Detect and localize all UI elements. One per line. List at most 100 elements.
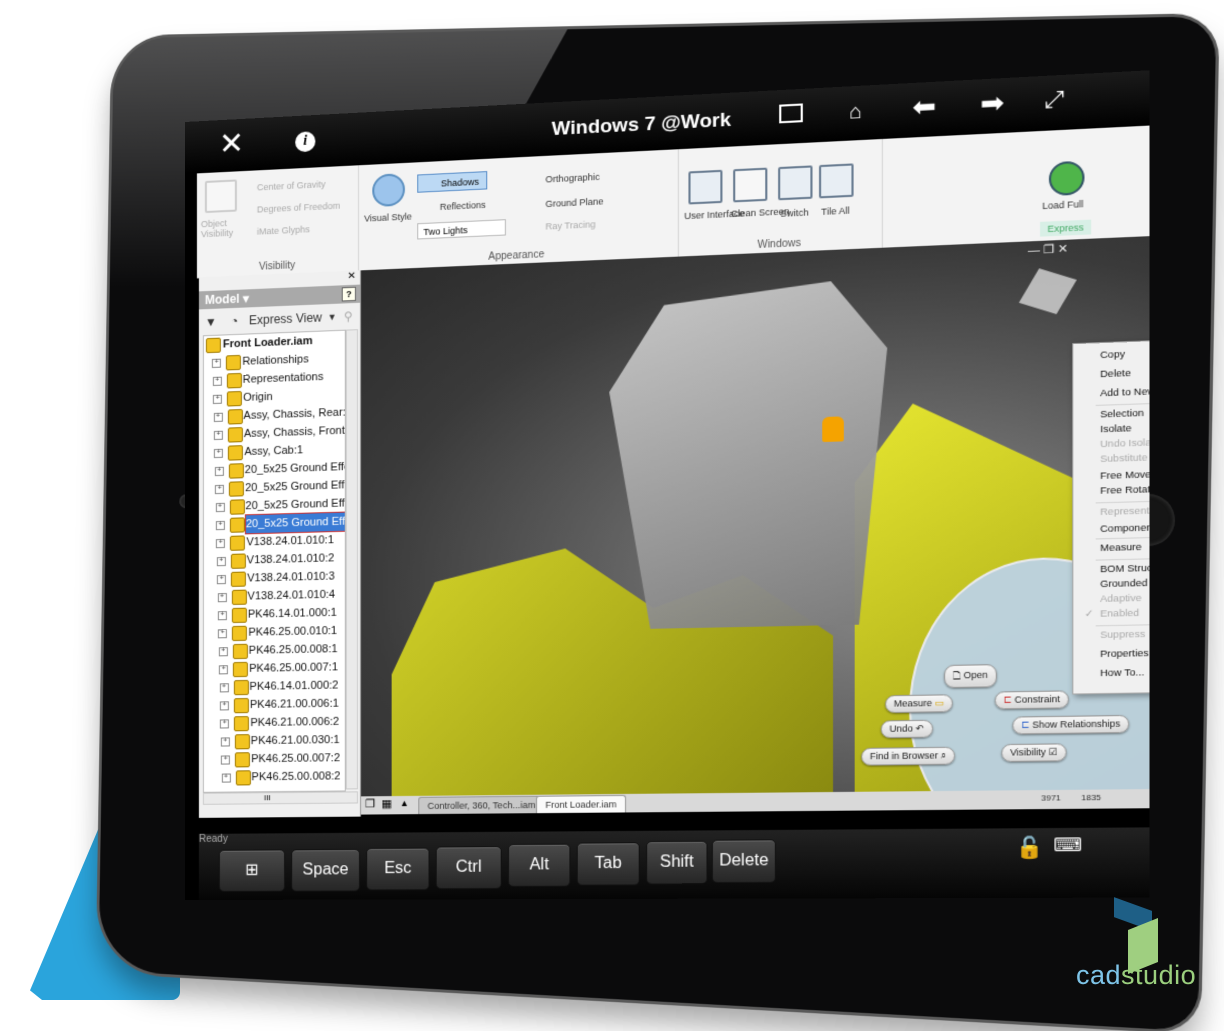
expand-icon[interactable]: +: [215, 502, 225, 513]
chevron-down-icon[interactable]: ▼: [328, 306, 337, 329]
marking-find-in-browser-button[interactable]: Find in Browser ⌕: [861, 746, 956, 766]
lighting-select[interactable]: Two Lights: [417, 219, 506, 240]
close-icon[interactable]: ✕: [219, 127, 244, 161]
marking-measure-button[interactable]: Measure ▭: [885, 694, 953, 714]
tree-item[interactable]: + PK46.21.00.030:1: [204, 731, 345, 751]
context-menu-item[interactable]: Properties...: [1100, 648, 1149, 661]
tile-all-button[interactable]: Tile All: [821, 205, 849, 217]
key-space-button[interactable]: Space: [291, 848, 361, 892]
tree-item[interactable]: + PK46.25.00.007:1: [204, 658, 345, 679]
ray-tracing-button[interactable]: Ray Tracing: [545, 219, 595, 232]
expand-icon[interactable]: +: [213, 412, 223, 423]
expand-icon[interactable]: +: [217, 593, 227, 603]
context-menu-item[interactable]: Component▶: [1100, 522, 1149, 535]
expand-icon[interactable]: +: [217, 575, 227, 585]
restore-icon[interactable]: ❐: [1043, 243, 1054, 256]
tab-front-loader[interactable]: Front Loader.iam: [536, 794, 627, 814]
expand-icon[interactable]: +: [216, 538, 226, 549]
object-visibility-button[interactable]: Object Visibility: [201, 217, 241, 239]
browser-close-icon[interactable]: ✕: [347, 271, 356, 282]
context-menu-item[interactable]: Delete: [1100, 368, 1131, 381]
key-ctrl-button[interactable]: Ctrl: [435, 845, 502, 889]
context-menu-item[interactable]: Add to New Folder: [1100, 385, 1149, 400]
tree-item[interactable]: + PK46.25.00.008:2: [204, 767, 345, 787]
tree-item[interactable]: + PK46.21.00.006:1: [204, 694, 345, 714]
context-menu-item[interactable]: Measure▶: [1100, 542, 1141, 555]
expand-icon[interactable]: +: [220, 719, 230, 729]
close-icon[interactable]: ✕: [1058, 243, 1068, 256]
tree-horizontal-scrollbar[interactable]: III: [202, 791, 359, 805]
viewcube[interactable]: [1018, 268, 1077, 315]
context-menu-item[interactable]: Isolate: [1100, 423, 1131, 436]
expand-icon[interactable]: +: [219, 665, 229, 675]
center-of-gravity-button[interactable]: Center of Gravity: [257, 179, 326, 192]
expand-icon[interactable]: +: [214, 448, 224, 459]
keyboard-icon[interactable]: ⌨: [1053, 834, 1082, 856]
context-menu-item[interactable]: How To...: [1100, 667, 1144, 679]
expand-icon[interactable]: +: [213, 430, 223, 441]
back-icon[interactable]: ⬅: [912, 90, 936, 123]
express-view-select[interactable]: Express View: [249, 306, 322, 331]
expand-icon[interactable]: +: [217, 611, 227, 621]
expand-icon[interactable]: +: [218, 629, 228, 639]
imate-glyphs-button[interactable]: iMate Glyphs: [257, 224, 310, 237]
expand-icon[interactable]: +: [212, 376, 222, 386]
orthographic-button[interactable]: Orthographic: [545, 172, 599, 185]
ground-plane-button[interactable]: Ground Plane: [545, 196, 603, 209]
tab-list-up-icon[interactable]: ▲: [400, 798, 409, 808]
expand-icon[interactable]: +: [219, 683, 229, 693]
tree-item[interactable]: + PK46.25.00.007:2: [204, 749, 345, 769]
marking-show-relationships-button[interactable]: ⊏ Show Relationships: [1012, 714, 1130, 735]
marking-visibility-button[interactable]: Visibility ☑: [1001, 743, 1067, 763]
expand-icon[interactable]: +: [213, 394, 223, 405]
expand-icon[interactable]: +: [221, 773, 231, 783]
context-menu-item[interactable]: Grounded: [1100, 578, 1147, 591]
info-icon[interactable]: i: [295, 131, 316, 153]
expand-icon[interactable]: +: [216, 556, 226, 567]
context-menu-item[interactable]: CopyCtrl+C: [1100, 349, 1125, 362]
key-shift-button[interactable]: Shift: [646, 840, 708, 885]
window-icon[interactable]: [779, 103, 803, 124]
reflections-button[interactable]: Reflections: [440, 200, 486, 212]
expand-icon[interactable]: +: [218, 647, 228, 657]
load-full-button[interactable]: Load Full: [1042, 199, 1083, 211]
cascade-windows-icon[interactable]: ❐: [365, 797, 375, 810]
context-menu-item[interactable]: Free MoveV: [1100, 469, 1149, 482]
fullscreen-icon[interactable]: ⤢: [1044, 85, 1064, 114]
context-menu-item[interactable]: BOM Structure▶: [1100, 562, 1149, 575]
switch-button[interactable]: Switch: [780, 207, 809, 219]
expand-icon[interactable]: +: [220, 737, 230, 747]
tree-item[interactable]: + PK46.21.00.006:2: [204, 713, 345, 733]
filter-icon[interactable]: ▼: [205, 311, 217, 334]
expand-icon[interactable]: +: [219, 701, 229, 711]
expand-icon[interactable]: +: [214, 466, 224, 477]
expand-icon[interactable]: +: [215, 520, 225, 531]
shadows-button[interactable]: Shadows: [417, 171, 488, 193]
marking-undo-button[interactable]: Undo ↶: [880, 719, 933, 739]
expand-icon[interactable]: +: [215, 484, 225, 495]
find-icon[interactable]: ⚲: [344, 305, 353, 328]
help-icon[interactable]: ?: [341, 286, 356, 302]
degrees-of-freedom-button[interactable]: Degrees of Freedom: [257, 201, 340, 215]
visual-style-button[interactable]: Visual Style: [364, 211, 412, 223]
tree-item[interactable]: + PK46.14.01.000:2: [204, 676, 345, 696]
key-tab-button[interactable]: Tab: [576, 842, 640, 886]
expand-icon[interactable]: +: [221, 755, 231, 765]
tab-controller[interactable]: Controller, 360, Tech...iam: [418, 795, 545, 815]
marking-open-button[interactable]: 🗋 Open: [944, 664, 997, 689]
marking-constraint-button[interactable]: ⊏ Constraint: [994, 690, 1069, 710]
home-icon[interactable]: ⌂: [849, 98, 862, 126]
context-menu-item[interactable]: Free RotateG: [1100, 484, 1149, 497]
forward-icon[interactable]: ➡: [980, 86, 1004, 119]
context-menu-item[interactable]: Selection▶: [1100, 408, 1144, 421]
tile-windows-icon[interactable]: ▦: [381, 797, 392, 810]
key-esc-button[interactable]: Esc: [366, 847, 430, 891]
tree-vertical-scrollbar[interactable]: [345, 329, 359, 790]
3d-viewport[interactable]: — ❐ ✕ CopyCtrl+C Delete Add to New Folder S…: [361, 236, 1150, 797]
windows-key-button[interactable]: ⊞: [218, 849, 286, 892]
lock-icon[interactable]: 🔓: [1016, 834, 1044, 861]
key-alt-button[interactable]: Alt: [507, 844, 571, 888]
minimize-icon[interactable]: —: [1028, 244, 1040, 257]
key-delete-button[interactable]: Delete: [711, 839, 776, 883]
expand-icon[interactable]: +: [212, 358, 222, 368]
